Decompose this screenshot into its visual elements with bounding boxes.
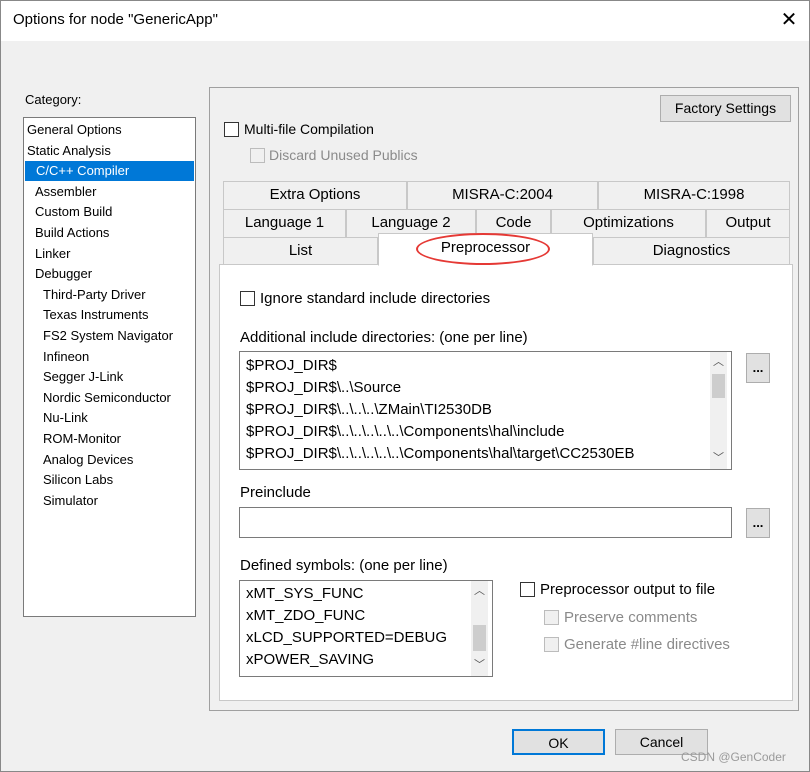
scroll-thumb[interactable] [712, 374, 725, 398]
category-item-nu-link[interactable]: Nu-Link [24, 408, 194, 428]
defined-symbols-textarea[interactable]: xMT_SYS_FUNC xMT_ZDO_FUNC xLCD_SUPPORTED… [239, 580, 493, 677]
defined-symbol-line: xLCD_SUPPORTED=DEBUG [246, 629, 448, 646]
scroll-down-icon[interactable]: ﹀ [471, 657, 488, 674]
category-item-debugger[interactable]: Debugger [24, 264, 194, 284]
category-item-nordic-semiconductor[interactable]: Nordic Semiconductor [24, 388, 194, 408]
category-item-third-party-driver[interactable]: Third-Party Driver [24, 285, 194, 305]
watermark: CSDN @GenCoder [681, 750, 786, 764]
preserve-comments-checkbox [544, 610, 559, 625]
additional-include-label: Additional include directories: (one per… [240, 329, 528, 346]
discard-unused-checkbox [250, 148, 265, 163]
pp-output-label: Preprocessor output to file [540, 581, 716, 598]
defined-symbols-scrollbar[interactable]: ︿ ﹀ [471, 581, 488, 676]
include-dir-line: $PROJ_DIR$\..\..\..\..\..\Components\hal… [246, 445, 635, 462]
category-item-assembler[interactable]: Assembler [24, 182, 194, 202]
multi-file-label: Multi-file Compilation [244, 121, 374, 137]
category-item-static-analysis[interactable]: Static Analysis [24, 141, 194, 161]
defined-symbol-line: xMT_SYS_FUNC [246, 585, 364, 602]
ok-button[interactable]: OK [512, 729, 605, 755]
discard-unused-label: Discard Unused Publics [269, 147, 418, 163]
include-dir-line: $PROJ_DIR$ [246, 357, 337, 374]
category-item-silicon-labs[interactable]: Silicon Labs [24, 470, 194, 490]
defined-symbol-line: xPOWER_SAVING [246, 651, 375, 668]
category-item-linker[interactable]: Linker [24, 244, 194, 264]
generate-line-label: Generate #line directives [564, 636, 730, 653]
defined-symbol-line: xMT_ZDO_FUNC [246, 607, 366, 624]
ignore-std-label: Ignore standard include directories [260, 290, 491, 307]
category-item-analog-devices[interactable]: Analog Devices [24, 450, 194, 470]
scroll-up-icon[interactable]: ︿ [710, 354, 727, 371]
include-dir-line: $PROJ_DIR$\..\..\..\ZMain\TI2530DB [246, 401, 492, 418]
category-item-texas-instruments[interactable]: Texas Instruments [24, 305, 194, 325]
tab-list[interactable]: List [223, 237, 378, 265]
preserve-comments-label: Preserve comments [564, 609, 698, 626]
tab-misra-1998[interactable]: MISRA-C:1998 [598, 181, 790, 209]
tab-output[interactable]: Output [706, 209, 790, 237]
category-item-general-options[interactable]: General Options [24, 120, 194, 140]
preinclude-input[interactable] [239, 507, 732, 538]
tab-extra-options[interactable]: Extra Options [223, 181, 407, 209]
include-dir-line: $PROJ_DIR$\..\Source [246, 379, 402, 396]
category-list[interactable]: General Options Static Analysis C/C++ Comp… [23, 117, 196, 617]
category-item-infineon[interactable]: Infineon [24, 347, 194, 367]
factory-settings-button[interactable]: Factory Settings [660, 95, 791, 122]
category-item-c-c-compiler[interactable]: C/C++ Compiler [25, 161, 194, 182]
include-dirs-textarea[interactable]: $PROJ_DIR$ $PROJ_DIR$\..\Source $PROJ_DI… [239, 351, 732, 470]
category-item-rom-monitor[interactable]: ROM-Monitor [24, 429, 194, 449]
tab-misra-2004[interactable]: MISRA-C:2004 [407, 181, 598, 209]
scroll-up-icon[interactable]: ︿ [471, 583, 488, 600]
include-dirs-browse-button[interactable]: ... [746, 353, 770, 383]
preinclude-label: Preinclude [240, 484, 311, 501]
category-item-custom-build[interactable]: Custom Build [24, 202, 194, 222]
scroll-thumb[interactable] [473, 625, 486, 651]
window-title: Options for node "GenericApp" [13, 11, 218, 28]
options-dialog: Options for node "GenericApp" ✕ Category… [0, 0, 810, 772]
defined-symbols-label: Defined symbols: (one per line) [240, 557, 448, 574]
category-label: Category: [25, 92, 82, 107]
highlight-oval [416, 233, 550, 265]
category-item-simulator[interactable]: Simulator [24, 491, 194, 511]
preinclude-browse-button[interactable]: ... [746, 508, 770, 538]
tab-diagnostics[interactable]: Diagnostics [593, 237, 790, 265]
scroll-down-icon[interactable]: ﹀ [710, 450, 727, 467]
multi-file-checkbox[interactable] [224, 122, 239, 137]
include-dir-line: $PROJ_DIR$\..\..\..\..\..\Components\hal… [246, 423, 565, 440]
generate-line-checkbox [544, 637, 559, 652]
ignore-std-checkbox[interactable] [240, 291, 255, 306]
close-icon[interactable]: ✕ [777, 7, 801, 33]
tab-language-1[interactable]: Language 1 [223, 209, 346, 237]
category-item-segger-j-link[interactable]: Segger J-Link [24, 367, 194, 387]
category-item-build-actions[interactable]: Build Actions [24, 223, 194, 243]
category-item-fs2-system-navigator[interactable]: FS2 System Navigator [24, 326, 194, 346]
include-dirs-scrollbar[interactable]: ︿ ﹀ [710, 352, 727, 469]
pp-output-checkbox[interactable] [520, 582, 535, 597]
